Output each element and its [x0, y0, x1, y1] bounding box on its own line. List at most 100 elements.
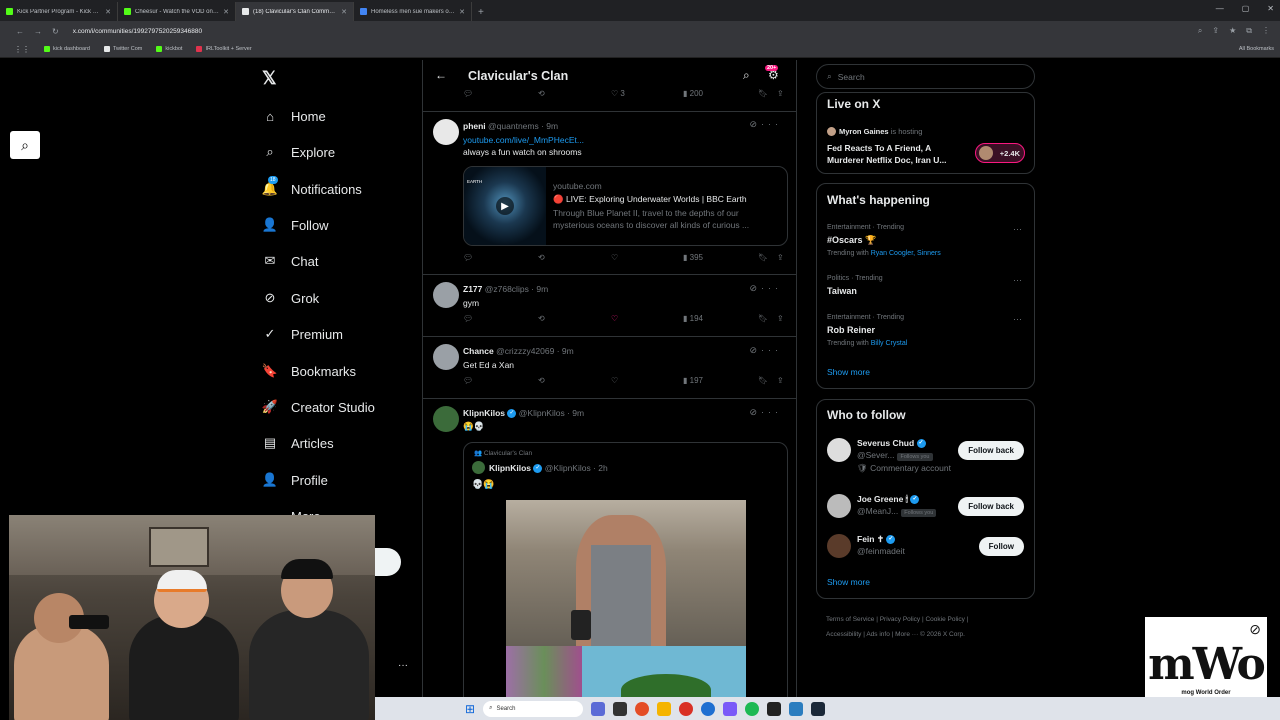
- nav-item-home[interactable]: ⌂ Home: [262, 108, 326, 124]
- app-icon[interactable]: [679, 701, 694, 716]
- chrome-icon[interactable]: [635, 701, 650, 716]
- nav-item-explore[interactable]: ⌕ Explore: [262, 144, 335, 160]
- nav-item-creator-studio[interactable]: 🚀 Creator Studio: [262, 399, 375, 415]
- avatar[interactable]: [827, 534, 851, 558]
- trend-related-links[interactable]: Billy Crystal: [871, 340, 908, 347]
- suggestion-name[interactable]: Severus Chud: [857, 438, 914, 448]
- bookmark-icon[interactable]: 🔖︎: [758, 314, 768, 323]
- share-icon[interactable]: ⇪: [777, 314, 784, 323]
- trend-more-icon[interactable]: ···: [1013, 224, 1022, 234]
- footer-links[interactable]: Terms of Service | Privacy Policy | Cook…: [826, 612, 1026, 642]
- spotify-icon[interactable]: [745, 701, 760, 716]
- forward-icon[interactable]: →: [34, 27, 42, 36]
- bookmark-icon[interactable]: 🔖︎: [758, 253, 768, 262]
- maximize-icon[interactable]: ▢: [1242, 4, 1250, 13]
- discord-icon[interactable]: [723, 701, 738, 716]
- follow-button[interactable]: Follow: [978, 537, 1024, 556]
- trend-more-icon[interactable]: ···: [1013, 314, 1022, 324]
- post-more-icon[interactable]: ⊘···: [749, 119, 782, 130]
- bookmark-item[interactable]: IRLToolkit + Server: [196, 46, 252, 52]
- community-search-icon[interactable]: ⌕: [743, 68, 750, 83]
- avatar[interactable]: [827, 494, 851, 518]
- footer-line-1[interactable]: Terms of Service | Privacy Policy | Cook…: [826, 612, 1026, 627]
- steam-icon[interactable]: [811, 701, 826, 716]
- views-icon[interactable]: ▮ 395: [683, 253, 703, 262]
- apps-icon[interactable]: ⋮⋮: [14, 45, 30, 54]
- windows-start-icon[interactable]: ⊞: [465, 702, 475, 716]
- share-icon[interactable]: ⇪: [777, 253, 784, 262]
- host-name[interactable]: Myron Gaines: [839, 127, 889, 136]
- account-more-icon[interactable]: ···: [398, 660, 408, 671]
- search-input[interactable]: ⌕ Search: [816, 64, 1035, 89]
- trend-more-icon[interactable]: ···: [1013, 275, 1022, 285]
- show-more-trends[interactable]: Show more: [827, 367, 870, 377]
- post-more-icon[interactable]: ⊘···: [749, 283, 782, 294]
- nav-item-profile[interactable]: 👤 Profile: [262, 472, 328, 488]
- play-icon[interactable]: ▶: [496, 197, 514, 215]
- suggestion-name[interactable]: Joe Greene 🕯: [857, 494, 908, 504]
- author-name[interactable]: KlipnKilos: [463, 408, 505, 418]
- reply-icon[interactable]: 💬︎: [463, 314, 473, 323]
- tab-close-icon[interactable]: ✕: [459, 8, 465, 16]
- repost-icon[interactable]: ⟲: [538, 89, 545, 98]
- nav-item-premium[interactable]: ✓ Premium: [262, 326, 343, 342]
- edge-icon[interactable]: [701, 701, 716, 716]
- avatar[interactable]: [827, 438, 851, 462]
- follow-button[interactable]: Follow back: [958, 497, 1024, 516]
- star-icon[interactable]: ★: [1229, 26, 1236, 36]
- reply-icon[interactable]: 💬︎: [463, 376, 473, 385]
- post-link[interactable]: youtube.com/live/_MmPHecEt...: [463, 135, 584, 145]
- new-tab-button[interactable]: +: [472, 7, 490, 21]
- share-icon[interactable]: ⇪: [1212, 26, 1219, 36]
- views-icon[interactable]: ▮ 200: [683, 89, 703, 98]
- bookmark-icon[interactable]: 🔖︎: [758, 89, 768, 98]
- avatar[interactable]: [433, 282, 459, 308]
- nav-item-articles[interactable]: ▤ Articles: [262, 435, 334, 451]
- app-icon[interactable]: [789, 701, 804, 716]
- reload-icon[interactable]: ↻: [52, 27, 59, 36]
- like-icon[interactable]: ♡: [611, 376, 618, 385]
- repost-icon[interactable]: ⟲: [538, 376, 545, 385]
- like-icon[interactable]: ♡: [611, 253, 618, 262]
- author-name[interactable]: pheni: [463, 121, 486, 131]
- all-bookmarks[interactable]: All Bookmarks: [1239, 46, 1274, 52]
- minimize-icon[interactable]: —: [1216, 4, 1224, 13]
- reply-icon[interactable]: 💬︎: [463, 253, 473, 262]
- close-window-icon[interactable]: ✕: [1267, 4, 1274, 13]
- repost-icon[interactable]: ⟲: [538, 253, 545, 262]
- avatar[interactable]: [433, 406, 459, 432]
- video-player[interactable]: [506, 500, 746, 646]
- suggestion-name[interactable]: Fein ✝: [857, 534, 884, 544]
- post-more-icon[interactable]: ⊘···: [749, 407, 782, 418]
- like-icon[interactable]: ♡ 3: [611, 89, 625, 98]
- nav-item-notifications[interactable]: 🔔 Notifications: [262, 181, 362, 197]
- share-icon[interactable]: ⇪: [777, 376, 784, 385]
- url-field[interactable]: x.com/i/communities/1992797520259346880: [73, 28, 202, 35]
- avatar[interactable]: [433, 119, 459, 145]
- nav-item-follow[interactable]: 👤 Follow: [262, 217, 329, 233]
- tab-close-icon[interactable]: ✕: [341, 8, 347, 16]
- live-join-button[interactable]: +2.4K: [975, 143, 1025, 163]
- file-explorer-icon[interactable]: [657, 701, 672, 716]
- views-icon[interactable]: ▮ 194: [683, 314, 703, 323]
- follow-button[interactable]: Follow back: [958, 441, 1024, 460]
- bookmark-icon[interactable]: 🔖︎: [758, 376, 768, 385]
- author-name[interactable]: Z177: [463, 284, 482, 294]
- tab-close-icon[interactable]: ✕: [105, 8, 111, 16]
- nav-item-bookmarks[interactable]: 🔖 Bookmarks: [262, 363, 356, 379]
- browser-tab[interactable]: Kick Partner Program - Kick Da... ✕: [0, 2, 118, 21]
- quoted-post[interactable]: 👥 Clavicular's Clan KlipnKilos ✓ @KlipnK…: [463, 442, 788, 700]
- trend-related-links[interactable]: Ryan Coogler, Sinners: [871, 250, 941, 257]
- tab-close-icon[interactable]: ✕: [223, 8, 229, 16]
- browser-tab[interactable]: Homeless men sue makers of '... ✕: [354, 2, 472, 21]
- bookmark-item[interactable]: kick dashboard: [44, 46, 90, 52]
- nav-item-grok[interactable]: ⊘ Grok: [262, 290, 320, 306]
- views-icon[interactable]: ▮ 197: [683, 376, 703, 385]
- x-logo[interactable]: 𝕏: [262, 68, 277, 89]
- avatar[interactable]: [433, 344, 459, 370]
- post-button[interactable]: [375, 548, 401, 576]
- copilot-icon[interactable]: [591, 701, 606, 716]
- back-arrow-icon[interactable]: ←: [435, 68, 447, 82]
- menu-icon[interactable]: ⋮: [1262, 26, 1270, 36]
- zoom-icon[interactable]: ⌕: [1198, 26, 1202, 36]
